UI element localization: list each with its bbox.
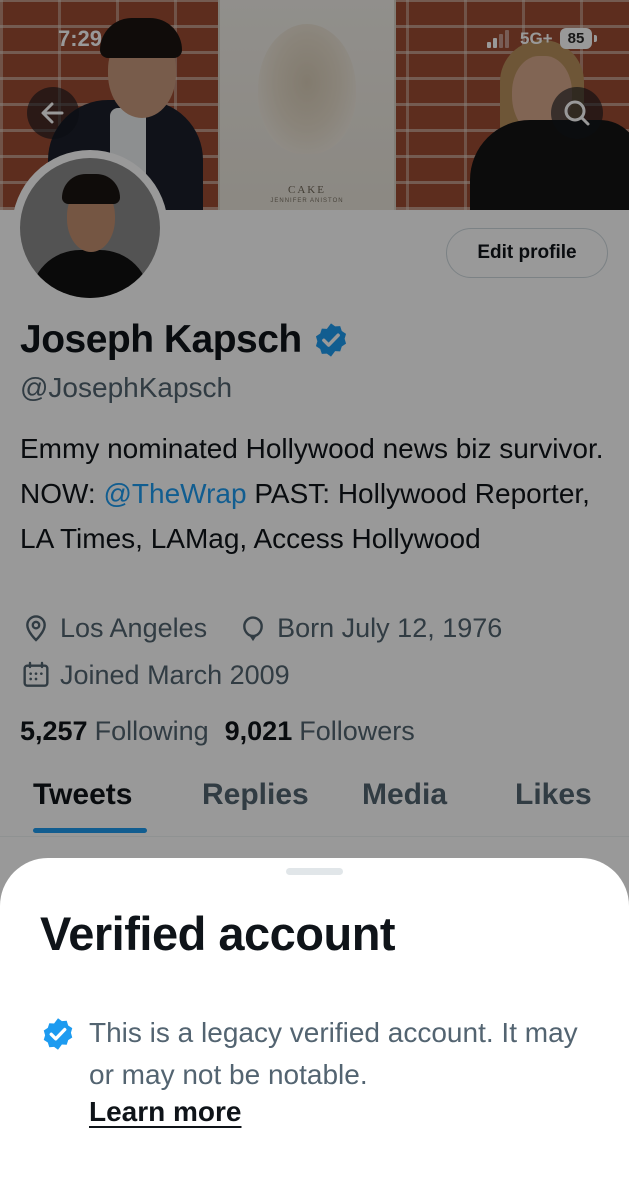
learn-more-link[interactable]: Learn more bbox=[89, 1096, 242, 1128]
verified-badge-icon bbox=[43, 1018, 73, 1050]
verified-account-sheet: Verified account This is a legacy verifi… bbox=[0, 858, 629, 1200]
sheet-description: This is a legacy verified account. It ma… bbox=[89, 1017, 578, 1090]
sheet-grabber[interactable] bbox=[286, 868, 343, 875]
sheet-title: Verified account bbox=[40, 907, 396, 960]
